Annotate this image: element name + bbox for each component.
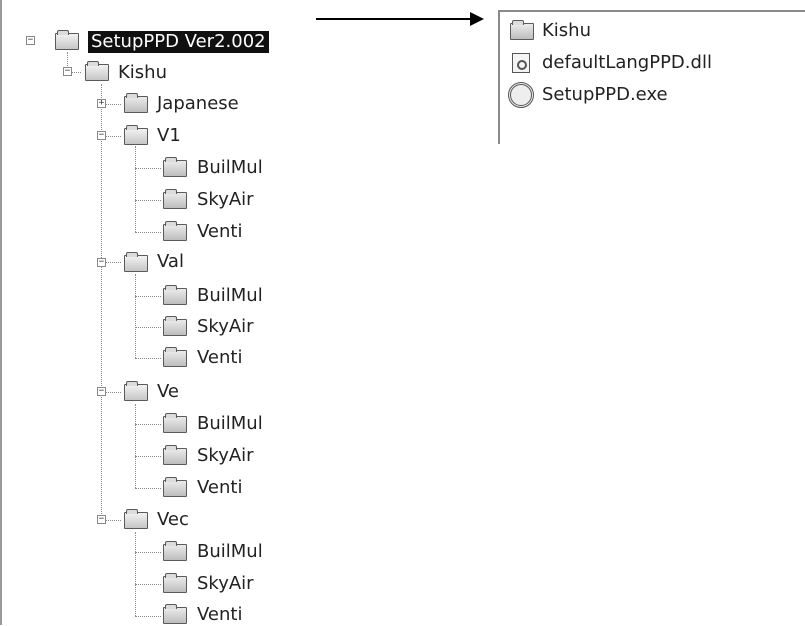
tree-node-buil-mul[interactable]: BuilMul [197, 285, 263, 307]
folder-icon [163, 285, 187, 305]
folder-icon [163, 157, 187, 177]
folder-icon [510, 20, 534, 40]
tree-node-venti[interactable]: Venti [197, 221, 242, 243]
file-name: Kishu [542, 20, 591, 41]
tree-node-root[interactable]: SetupPPD Ver2.002 [88, 31, 269, 53]
collapse-toggle-ve[interactable]: − [97, 387, 106, 396]
folder-icon [163, 541, 187, 561]
arrow-head-icon [470, 12, 484, 26]
file-name: defaultLangPPD.dll [542, 52, 712, 73]
collapse-toggle-kishu[interactable]: − [63, 67, 72, 76]
folder-icon [124, 93, 148, 113]
open-folder-icon [85, 61, 109, 81]
tree-node-sky-air[interactable]: SkyAir [197, 573, 254, 595]
expand-toggle-japanese[interactable]: + [97, 99, 106, 108]
file-list-pane: Kishu defaultLangPPD.dll SetupPPD.exe [498, 10, 805, 144]
folder-icon [163, 221, 187, 241]
tree-node-kishu[interactable]: Kishu [118, 62, 167, 84]
folder-icon [163, 573, 187, 593]
open-folder-icon [124, 252, 148, 272]
tree-node-sky-air[interactable]: SkyAir [197, 445, 254, 467]
exe-file-icon [508, 82, 534, 108]
tree-node-buil-mul[interactable]: BuilMul [197, 157, 263, 179]
folder-icon [163, 189, 187, 209]
tree-node-vec[interactable]: Vec [157, 509, 189, 531]
folder-icon [163, 347, 187, 367]
tree-border [0, 0, 2, 625]
folder-icon [163, 316, 187, 336]
tree-node-sky-air[interactable]: SkyAir [197, 316, 254, 338]
folder-icon [163, 413, 187, 433]
folder-icon [163, 477, 187, 497]
tree-node-val[interactable]: Val [157, 251, 184, 273]
collapse-toggle-vec[interactable]: − [97, 515, 106, 524]
tree-node-venti[interactable]: Venti [197, 604, 242, 626]
tree-node-buil-mul[interactable]: BuilMul [197, 413, 263, 435]
open-folder-icon [55, 30, 79, 50]
dll-file-icon [512, 53, 530, 73]
collapse-toggle-v1[interactable]: − [97, 131, 106, 140]
file-name: SetupPPD.exe [542, 84, 668, 105]
collapse-toggle-root[interactable]: − [26, 36, 35, 45]
tree-node-v1[interactable]: V1 [157, 125, 181, 147]
collapse-toggle-val[interactable]: − [97, 258, 106, 267]
folder-tree: − SetupPPD Ver2.002 − Kishu + Japanese −… [0, 0, 300, 625]
tree-node-venti[interactable]: Venti [197, 477, 242, 499]
tree-node-japanese[interactable]: Japanese [157, 93, 239, 115]
open-folder-icon [124, 509, 148, 529]
folder-icon [163, 445, 187, 465]
tree-node-venti[interactable]: Venti [197, 347, 242, 369]
folder-icon [163, 604, 187, 624]
open-folder-icon [124, 125, 148, 145]
tree-node-buil-mul[interactable]: BuilMul [197, 541, 263, 563]
open-folder-icon [124, 381, 148, 401]
tree-node-sky-air[interactable]: SkyAir [197, 189, 254, 211]
tree-node-ve[interactable]: Ve [157, 381, 179, 403]
arrow-line [316, 18, 474, 20]
